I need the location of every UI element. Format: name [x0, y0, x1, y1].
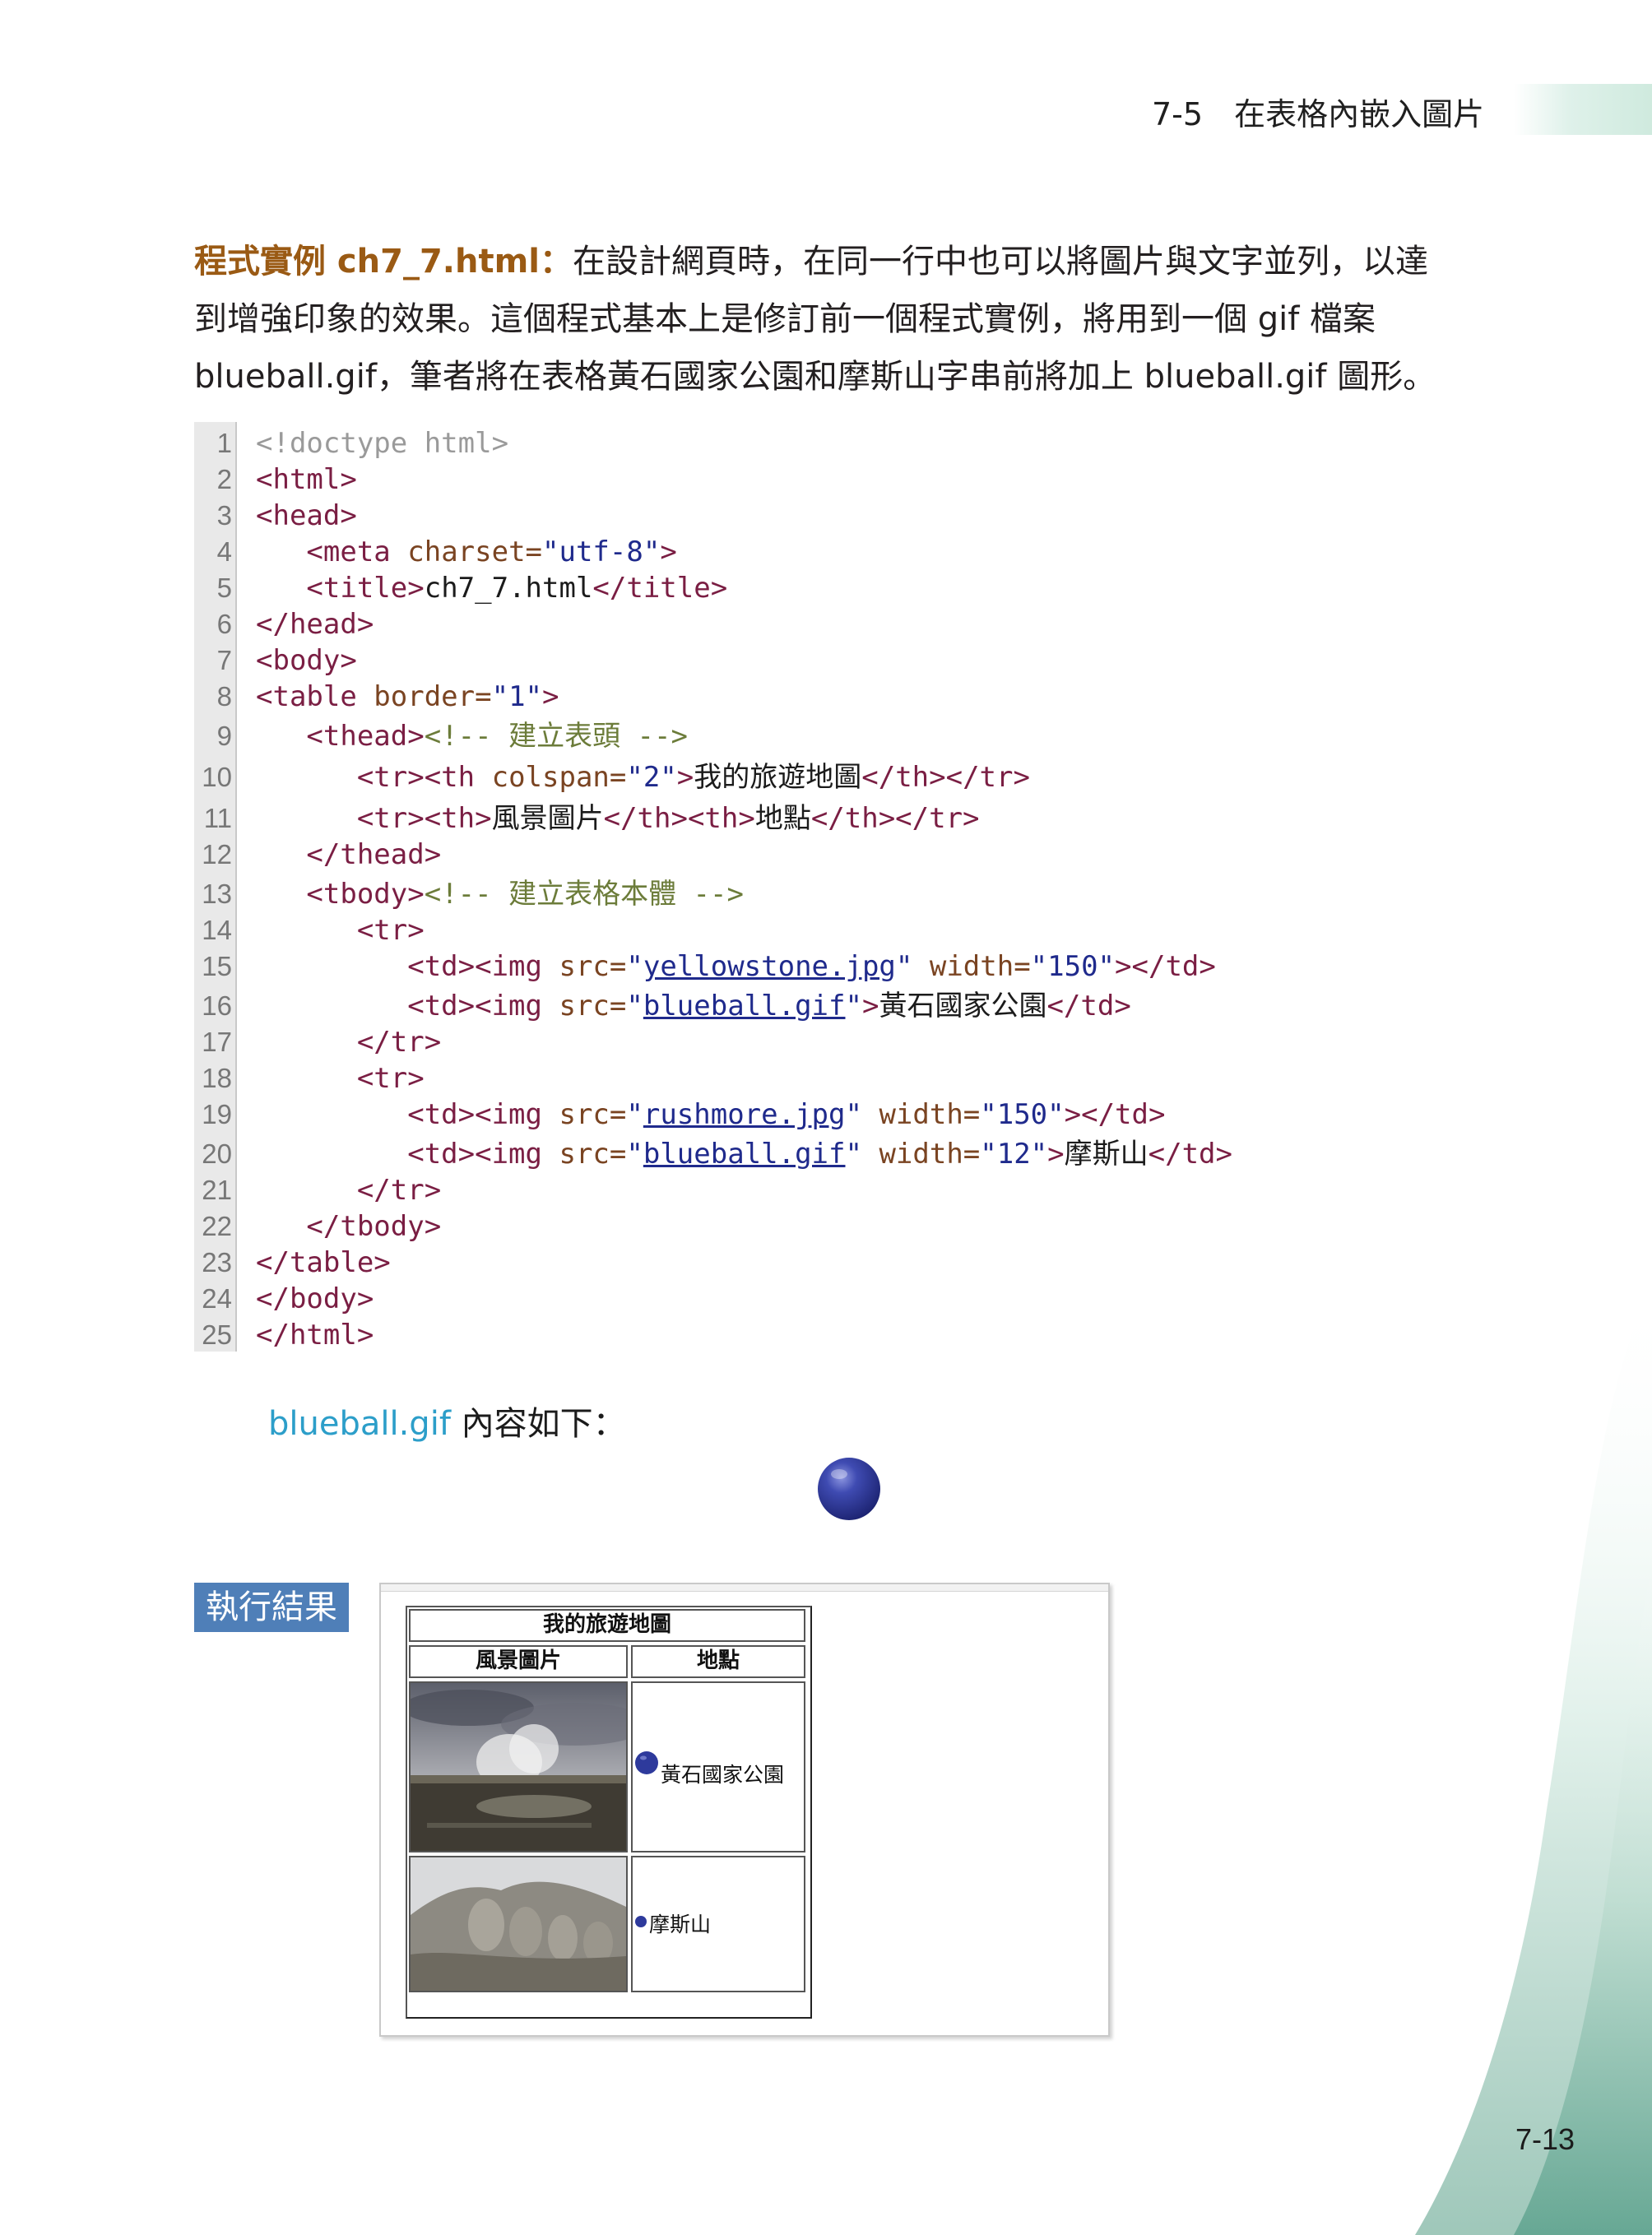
code-line: 21 </tr> [202, 1174, 442, 1207]
column-header-place: 地點 [631, 1645, 805, 1678]
intro-paragraph: 程式實例 ch7_7.html：在設計網頁時，在同一行中也可以將圖片與文字並列，… [194, 233, 1510, 406]
code-listing: 1 <!doctype html> 2 <html> 3 <head> 4 <meta… [194, 422, 1510, 1352]
code-line: 23 </table> [202, 1246, 391, 1279]
code-line: 17 </tr> [202, 1026, 442, 1059]
code-line: 16 <td><img src="blueball.gif">黃石國家公園</t… [202, 990, 1131, 1022]
code-line: 1 <!doctype html> [216, 427, 509, 460]
intro-line-1: 程式實例 ch7_7.html：在設計網頁時，在同一行中也可以將圖片與文字並列，… [194, 243, 1428, 281]
code-line: 24 </body> [202, 1282, 374, 1315]
blueball-icon-small [635, 1916, 647, 1927]
code-line: 12 </thead> [202, 838, 442, 871]
code-line: 13 <tbody><!-- 建立表格本體 --> [202, 878, 744, 911]
browser-top-edge [381, 1584, 1108, 1592]
code-line: 5 <title>ch7_7.html</title> [216, 572, 728, 605]
page-number: 7-13 [1515, 2122, 1575, 2156]
code-line: 2 <html> [216, 463, 357, 496]
blueball-caption: blueball.gif 內容如下： [268, 1405, 626, 1443]
section-title: 在表格內嵌入圖片 [1234, 96, 1485, 132]
running-header: 7-5 在表格內嵌入圖片 [1152, 89, 1522, 138]
code-line: 4 <meta charset="utf-8"> [216, 536, 677, 568]
code-line: 11 <tr><th>風景圖片</th><th>地點</th></tr> [203, 802, 980, 835]
code-line: 14 <tr> [202, 914, 425, 947]
blueball-icon [635, 1751, 658, 1774]
table-cell-rushmore-place: 摩斯山 [631, 1856, 805, 1992]
code-line: 18 <tr> [202, 1062, 425, 1095]
yellowstone-photo [411, 1683, 626, 1851]
code-line: 22 </tbody> [202, 1210, 442, 1243]
rendered-table: 我的旅遊地圖 風景圖片 地點 黃石國家公園 摩斯山 [406, 1606, 812, 2019]
header-decor-band [1514, 84, 1652, 135]
code-line: 10 <tr><th colspan="2">我的旅遊地圖</th></tr> [202, 761, 1030, 794]
rushmore-photo [411, 1857, 626, 1991]
table-caption-header: 我的旅遊地圖 [409, 1609, 805, 1642]
code-line: 8 <table border="1"> [216, 680, 559, 713]
table-cell-yellowstone-place: 黃石國家公園 [631, 1681, 805, 1852]
place-name-yellowstone: 黃石國家公園 [661, 1763, 785, 1787]
browser-output-screenshot: 我的旅遊地圖 風景圖片 地點 黃石國家公園 摩斯山 [379, 1583, 1110, 2037]
section-number: 7-5 [1152, 96, 1204, 132]
place-name-rushmore: 摩斯山 [649, 1913, 712, 1936]
intro-line-2: 到增強印象的效果。這個程式基本上是修訂前一個程式實例，將用到一個 gif 檔案 [194, 300, 1376, 338]
blueball-image [818, 1458, 880, 1520]
table-cell-yellowstone-photo [409, 1681, 628, 1852]
code-line: 9 <thead><!-- 建立表頭 --> [216, 720, 688, 753]
code-line: 20 <td><img src="blueball.gif" width="12… [202, 1138, 1232, 1171]
code-line: 19 <td><img src="rushmore.jpg" width="15… [202, 1098, 1166, 1131]
code-line: 3 <head> [216, 499, 357, 532]
code-line: 6 </head> [216, 608, 374, 641]
blueball-filename: blueball.gif [268, 1405, 451, 1443]
result-label: 執行結果 [194, 1583, 349, 1632]
code-line: 7 <body> [216, 644, 357, 677]
column-header-scenery: 風景圖片 [409, 1645, 628, 1678]
code-line: 15 <td><img src="yellowstone.jpg" width=… [202, 950, 1216, 983]
intro-line-3: blueball.gif，筆者將在表格黃石國家公園和摩斯山字串前將加上 blue… [194, 358, 1436, 396]
code-line: 25 </html> [202, 1319, 374, 1352]
example-label: 程式實例 ch7_7.html： [194, 243, 573, 281]
table-cell-rushmore-photo [409, 1856, 628, 1992]
